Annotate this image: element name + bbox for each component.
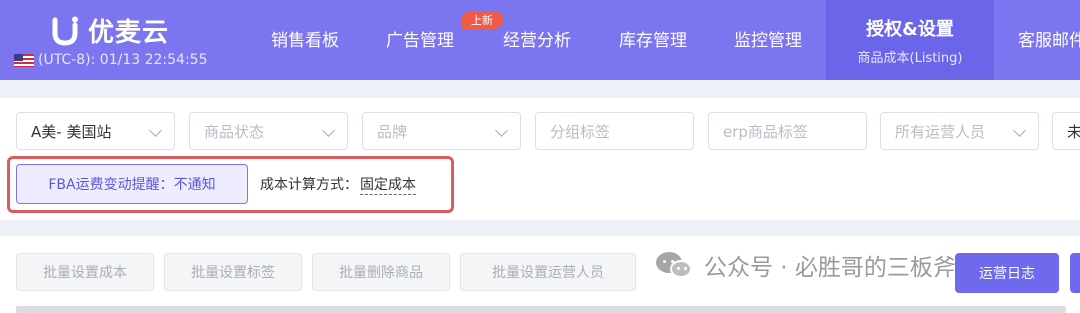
top-header: 优麦云 (UTC-8): 01/13 22:54:55 销售看板 广告管理 上新… — [0, 0, 1080, 80]
erp-tag-placeholder: erp商品标签 — [723, 122, 808, 141]
extra-select[interactable]: 未 — [1052, 112, 1080, 150]
nav-label: 销售看板 — [271, 30, 339, 51]
nav-sub-product-cost[interactable]: 商品成本(Listing) — [858, 47, 963, 66]
table-header-strip — [16, 306, 1066, 313]
timezone-clock: (UTC-8): 01/13 22:54:55 — [14, 52, 207, 68]
cost-method: 成本计算方式： 固定成本 — [260, 164, 416, 204]
site-select-value: A美- 美国站 — [31, 122, 112, 141]
filter-panel: A美- 美国站 商品状态 品牌 分组标签 erp商品标签 所有运营人员 未 FB… — [0, 98, 1080, 220]
nav-label: 授权&设置 — [866, 18, 954, 40]
group-tag-input[interactable]: 分组标签 — [535, 112, 694, 150]
brand-name: 优麦云 — [88, 18, 170, 48]
cost-method-label: 成本计算方式： — [260, 177, 358, 193]
wechat-icon — [656, 250, 694, 280]
brand-select[interactable]: 品牌 — [362, 112, 521, 150]
nav-label: 经营分析 — [503, 30, 571, 51]
nav-monitoring[interactable]: 监控管理 — [718, 0, 818, 80]
site-select[interactable]: A美- 美国站 — [16, 112, 175, 150]
status-select-placeholder: 商品状态 — [204, 122, 265, 141]
group-tag-placeholder: 分组标签 — [550, 122, 611, 141]
batch-delete-button[interactable]: 批量删除商品 — [312, 253, 450, 291]
chevron-down-icon — [1013, 124, 1026, 137]
wechat-watermark: 公众号 · 必胜哥的三板斧 — [656, 248, 956, 282]
status-select[interactable]: 商品状态 — [189, 112, 348, 150]
operator-select-placeholder: 所有运营人员 — [895, 122, 986, 141]
nav-label: 库存管理 — [619, 30, 687, 51]
brand-logo[interactable]: 优麦云 — [50, 12, 169, 49]
fba-fee-reminder-button[interactable]: FBA运费变动提醒：不通知 — [16, 164, 248, 204]
nav-label: 监控管理 — [734, 30, 802, 51]
nav-label: 客服邮件 — [1018, 30, 1080, 51]
chevron-down-icon — [149, 124, 162, 137]
batch-set-tags-button[interactable]: 批量设置标签 — [164, 253, 302, 291]
brand-logo-icon — [50, 16, 80, 46]
operation-log-button[interactable]: 运营日志 — [955, 253, 1059, 293]
nav-inventory[interactable]: 库存管理 — [603, 0, 703, 80]
us-flag-icon — [14, 53, 34, 67]
cost-method-value[interactable]: 固定成本 — [360, 174, 416, 195]
operator-select[interactable]: 所有运营人员 — [880, 112, 1039, 150]
nav-ad-management[interactable]: 广告管理 — [370, 0, 470, 80]
nav-auth-settings[interactable]: 授权&设置 商品成本(Listing) — [826, 0, 994, 80]
nav-business-analysis[interactable]: 经营分析 — [487, 0, 587, 80]
watermark-text: 公众号 · 必胜哥的三板斧 — [704, 255, 956, 281]
nav-label: 广告管理 — [386, 30, 454, 51]
chevron-down-icon — [322, 124, 335, 137]
more-button[interactable] — [1070, 253, 1080, 293]
nav-customer-email[interactable]: 客服邮件 — [1008, 0, 1080, 80]
extra-select-value: 未 — [1067, 122, 1080, 141]
batch-set-cost-button[interactable]: 批量设置成本 — [16, 253, 154, 291]
clock-text: (UTC-8): 01/13 22:54:55 — [38, 52, 208, 68]
brand-select-placeholder: 品牌 — [377, 122, 408, 141]
erp-tag-input[interactable]: erp商品标签 — [708, 112, 867, 150]
chevron-down-icon — [495, 124, 508, 137]
batch-set-operator-button[interactable]: 批量设置运营人员 — [460, 253, 636, 291]
nav-sales-dashboard[interactable]: 销售看板 — [255, 0, 355, 80]
